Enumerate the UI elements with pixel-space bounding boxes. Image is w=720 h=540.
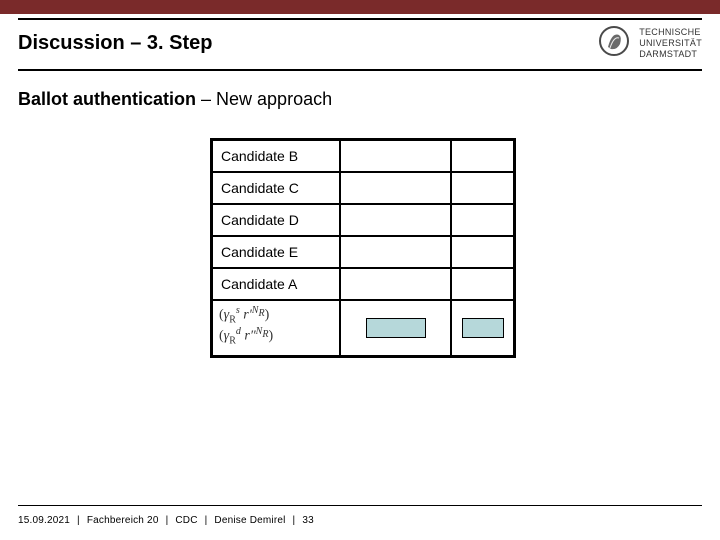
university-logo: TECHNISCHE UNIVERSITÄT DARMSTADT (597, 24, 702, 63)
candidate-cell: Candidate A (212, 268, 341, 300)
section-heading: Ballot authentication – New approach (0, 71, 720, 116)
commitment-chip-icon (366, 318, 426, 338)
table-row: Candidate D (212, 204, 514, 236)
mark-cell (341, 172, 452, 204)
table-row: Candidate A (212, 268, 514, 300)
logo-line-1: TECHNISCHE (639, 27, 702, 38)
candidate-cell: Candidate E (212, 236, 341, 268)
footer-sep: | (289, 515, 300, 526)
footer-rule (18, 505, 702, 506)
proof-cell (452, 204, 514, 236)
header-row: Discussion – 3. Step TECHNISCHE UNIVERSI… (0, 20, 720, 69)
footer-sep: | (73, 515, 84, 526)
table-row: Candidate B (212, 140, 514, 172)
athena-logo-icon (597, 24, 631, 63)
slide-footer: 15.09.2021 | Fachbereich 20 | CDC | Deni… (18, 515, 314, 526)
candidate-cell: Candidate B (212, 140, 341, 172)
mark-cell (341, 268, 452, 300)
logo-line-3: DARMSTADT (639, 49, 702, 60)
formula-cell: (γRs r′NR) (γRd r″NR) (212, 300, 341, 356)
mark-cell (341, 300, 452, 356)
table-row: Candidate E (212, 236, 514, 268)
proof-cell (452, 172, 514, 204)
mark-cell (341, 140, 452, 172)
footer-date: 15.09.2021 (18, 515, 70, 526)
footer-author: Denise Demirel (214, 515, 285, 526)
proof-cell (452, 236, 514, 268)
footer-sep: | (201, 515, 212, 526)
brand-top-band (0, 0, 720, 14)
table-row: Candidate C (212, 172, 514, 204)
commitment-chip-icon (462, 318, 504, 338)
logo-text: TECHNISCHE UNIVERSITÄT DARMSTADT (639, 27, 702, 61)
table-row-formula: (γRs r′NR) (γRd r″NR) (212, 300, 514, 356)
slide-title: Discussion – 3. Step (18, 32, 213, 55)
proof-cell (452, 268, 514, 300)
section-heading-bold: Ballot authentication (18, 89, 196, 109)
candidate-cell: Candidate D (212, 204, 341, 236)
footer-department: Fachbereich 20 (87, 515, 159, 526)
proof-cell (452, 300, 514, 356)
mark-cell (341, 236, 452, 268)
proof-cell (452, 140, 514, 172)
section-heading-rest: – New approach (196, 89, 332, 109)
mark-cell (341, 204, 452, 236)
logo-line-2: UNIVERSITÄT (639, 38, 702, 49)
footer-unit: CDC (175, 515, 197, 526)
commitment-formula: (γRs r′NR) (γRd r″NR) (217, 305, 335, 347)
candidate-cell: Candidate C (212, 172, 341, 204)
footer-page-number: 33 (302, 515, 314, 526)
footer-sep: | (162, 515, 173, 526)
ballot-table: Candidate B Candidate C Candidate D Cand… (210, 138, 516, 358)
